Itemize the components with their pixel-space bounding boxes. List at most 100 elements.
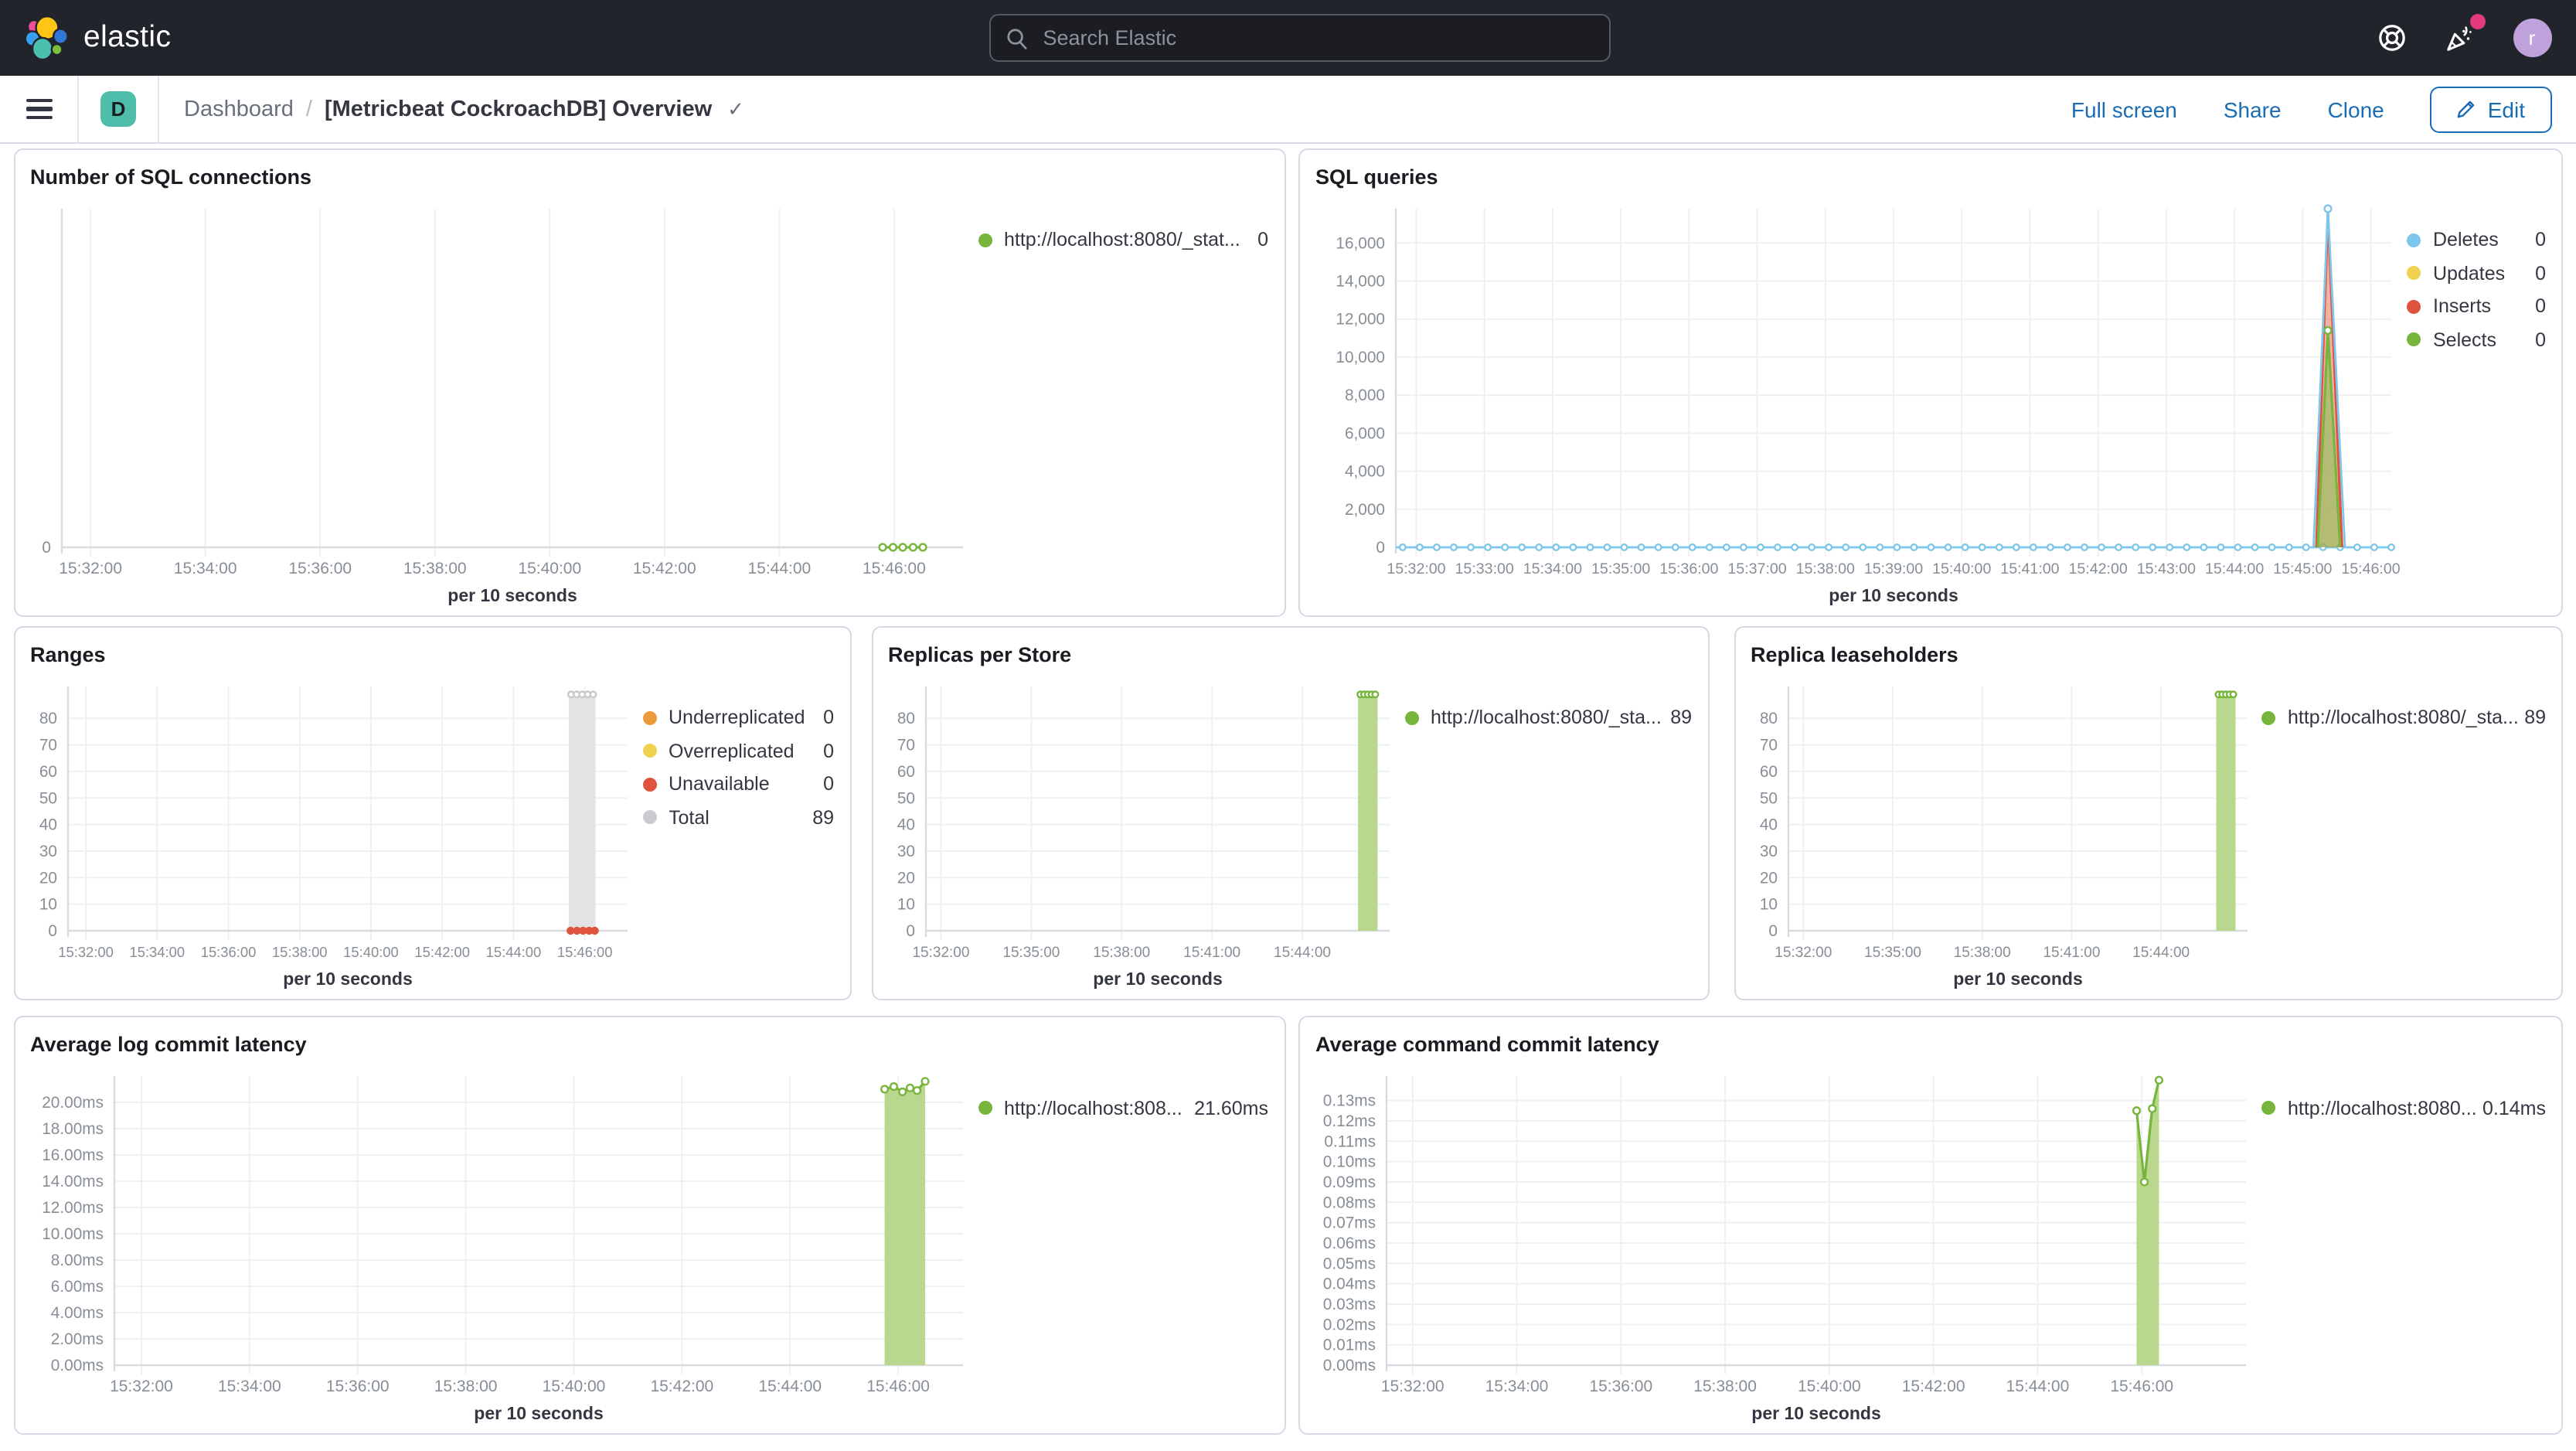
svg-text:0: 0 [1768, 921, 1777, 939]
legend-value: 0 [1257, 229, 1268, 251]
help-icon[interactable] [2377, 23, 2406, 53]
svg-text:15:44:00: 15:44:00 [485, 943, 541, 959]
svg-text:12.00ms: 12.00ms [41, 1199, 103, 1217]
legend-value: 0 [2535, 229, 2546, 251]
svg-text:6.00ms: 6.00ms [50, 1278, 103, 1296]
svg-text:4.00ms: 4.00ms [50, 1304, 103, 1322]
chart-canvas[interactable]: 0 2,000 4,000 6,000 8,000 10,000 12,000 14,000 1… [1300, 189, 2407, 615]
legend-item[interactable]: http://localhost:8080/_sta... 89 [2261, 701, 2561, 734]
svg-text:80: 80 [897, 709, 914, 727]
panel-sql-queries: SQL queries 0 2,000 4,000 6,000 8,000 10,000 1… [1298, 148, 2563, 616]
svg-text:0.05ms: 0.05ms [1323, 1255, 1376, 1272]
kibana-dashboard: elastic Search Elastic r D Dashboard / [… [0, 0, 2576, 1451]
svg-text:6,000: 6,000 [1345, 424, 1385, 441]
svg-text:15:39:00: 15:39:00 [1864, 560, 1923, 577]
svg-text:15:40:00: 15:40:00 [1798, 1378, 1861, 1395]
share-button[interactable]: Share [2224, 97, 2282, 121]
legend-item[interactable]: Overreplicated 0 [642, 734, 849, 768]
global-search[interactable] [989, 14, 1611, 62]
svg-text:0.03ms: 0.03ms [1323, 1296, 1376, 1313]
legend-item[interactable]: http://localhost:8080... 0.14ms [2261, 1092, 2561, 1125]
svg-text:10: 10 [39, 895, 56, 913]
svg-text:18.00ms: 18.00ms [41, 1120, 103, 1138]
svg-text:60: 60 [39, 762, 56, 780]
svg-text:40: 40 [897, 816, 914, 833]
legend-color-dot [978, 233, 992, 247]
legend-item[interactable]: Deletes 0 [2407, 223, 2561, 257]
svg-text:10: 10 [1759, 895, 1777, 913]
edit-button[interactable]: Edit [2430, 86, 2551, 132]
legend-item[interactable]: Updates 0 [2407, 257, 2561, 290]
legend-value: 89 [1670, 707, 1692, 729]
edit-button-label: Edit [2487, 97, 2525, 121]
news-feed-icon[interactable] [2443, 14, 2485, 54]
user-avatar[interactable]: r [2513, 19, 2551, 57]
svg-text:0: 0 [905, 921, 914, 939]
svg-text:30: 30 [1759, 842, 1777, 860]
legend-value: 89 [2524, 707, 2546, 729]
svg-text:20.00ms: 20.00ms [41, 1094, 103, 1112]
legend-label: Underreplicated [669, 707, 805, 729]
svg-text:0: 0 [1376, 538, 1385, 556]
svg-text:15:32:00: 15:32:00 [57, 943, 113, 959]
svg-text:70: 70 [1759, 736, 1777, 754]
svg-text:0.00ms: 0.00ms [1323, 1357, 1376, 1374]
svg-text:15:38:00: 15:38:00 [434, 1378, 497, 1395]
page-title: [Metricbeat CockroachDB] Overview [324, 97, 713, 121]
panel-replicas-per-store: Replicas per Store 0 10 20 30 40 50 60 70 80 15:3… [871, 625, 1709, 1000]
chart-canvas[interactable]: 0.00ms 2.00ms 4.00ms 6.00ms 8.00ms 10.00ms 12.… [15, 1058, 978, 1433]
divider [77, 75, 79, 143]
breadcrumb-dashboard[interactable]: Dashboard [184, 97, 294, 121]
chart-canvas[interactable]: 0 10 20 30 40 50 60 70 80 15:32:00 15:35:00 15:38:0… [873, 667, 1404, 998]
space-badge[interactable]: D [100, 91, 136, 127]
legend-item[interactable]: Total 89 [642, 801, 849, 834]
svg-text:8.00ms: 8.00ms [50, 1252, 103, 1269]
panel-title: Number of SQL connections [30, 165, 312, 188]
svg-text:15:41:00: 15:41:00 [2000, 560, 2059, 577]
menu-icon[interactable] [26, 98, 53, 120]
top-header: elastic Search Elastic r [0, 0, 2576, 76]
clone-button[interactable]: Clone [2328, 97, 2384, 121]
legend-item[interactable]: http://localhost:8080/_sta... 89 [1404, 701, 1707, 734]
legend-item[interactable]: Underreplicated 0 [642, 701, 849, 734]
elastic-logo-icon [23, 15, 70, 61]
full-screen-button[interactable]: Full screen [2071, 97, 2177, 121]
chart-svg: 0 2,000 4,000 6,000 8,000 10,000 12,000 14,000 1… [1336, 203, 2401, 605]
svg-text:16.00ms: 16.00ms [41, 1146, 103, 1164]
legend-item[interactable]: Selects 0 [2407, 323, 2561, 356]
svg-text:15:35:00: 15:35:00 [1863, 944, 1921, 960]
chart-canvas[interactable]: 0 15:32:00 15:34:00 15:36:00 15:38:00 15:40:0… [15, 189, 978, 615]
svg-text:15:42:00: 15:42:00 [2069, 560, 2128, 577]
legend-value: 0.14ms [2482, 1097, 2546, 1119]
legend-color-dot [978, 1101, 992, 1115]
search-input[interactable] [1040, 25, 1594, 51]
breadcrumb: Dashboard / [Metricbeat CockroachDB] Ove… [184, 97, 744, 121]
panel-ranges: Ranges 0 10 20 30 40 50 60 70 80 15:32:00 15:34:00… [13, 625, 851, 1000]
legend-item[interactable]: Inserts 0 [2407, 290, 2561, 323]
legend-item[interactable]: http://localhost:808... 21.60ms [978, 1092, 1284, 1125]
legend-color-dot [2261, 710, 2275, 725]
chart-canvas[interactable]: 0 10 20 30 40 50 60 70 80 15:32:00 15:34:00 15:36:0… [15, 667, 642, 998]
legend-color-dot [2261, 1101, 2275, 1115]
legend-color-dot [642, 810, 656, 825]
panel-replica-leaseholders: Replica leaseholders 0 10 20 30 40 50 60 70 80 15… [1734, 625, 2563, 1000]
chart-canvas[interactable]: 0.00ms 0.01ms 0.02ms 0.03ms 0.04ms 0.05ms 0.06… [1300, 1058, 2261, 1433]
svg-text:20: 20 [39, 868, 56, 886]
chart-canvas[interactable]: 0 10 20 30 40 50 60 70 80 15:32:00 15:35:00 15:38:0… [1735, 667, 2261, 998]
elastic-logo[interactable]: elastic [0, 15, 363, 61]
legend-value: 0 [823, 773, 834, 795]
svg-text:15:42:00: 15:42:00 [413, 943, 469, 959]
legend-item[interactable]: http://localhost:8080/_stat... 0 [978, 223, 1284, 257]
chart-legend: Deletes 0 Updates 0 Inserts 0 Selects 0 [2407, 189, 2561, 615]
title-check-icon[interactable]: ✓ [727, 97, 744, 121]
legend-color-dot [1404, 710, 1418, 725]
svg-text:14,000: 14,000 [1336, 272, 1385, 290]
svg-text:15:34:00: 15:34:00 [128, 943, 184, 959]
svg-text:60: 60 [897, 762, 914, 780]
svg-text:15:41:00: 15:41:00 [2042, 944, 2099, 960]
chart-legend: http://localhost:8080... 0.14ms [2261, 1058, 2561, 1433]
legend-item[interactable]: Unavailable 0 [642, 768, 849, 801]
legend-label: http://localhost:8080... [2288, 1097, 2477, 1119]
svg-text:0.10ms: 0.10ms [1323, 1153, 1376, 1171]
svg-text:15:36:00: 15:36:00 [325, 1378, 389, 1395]
